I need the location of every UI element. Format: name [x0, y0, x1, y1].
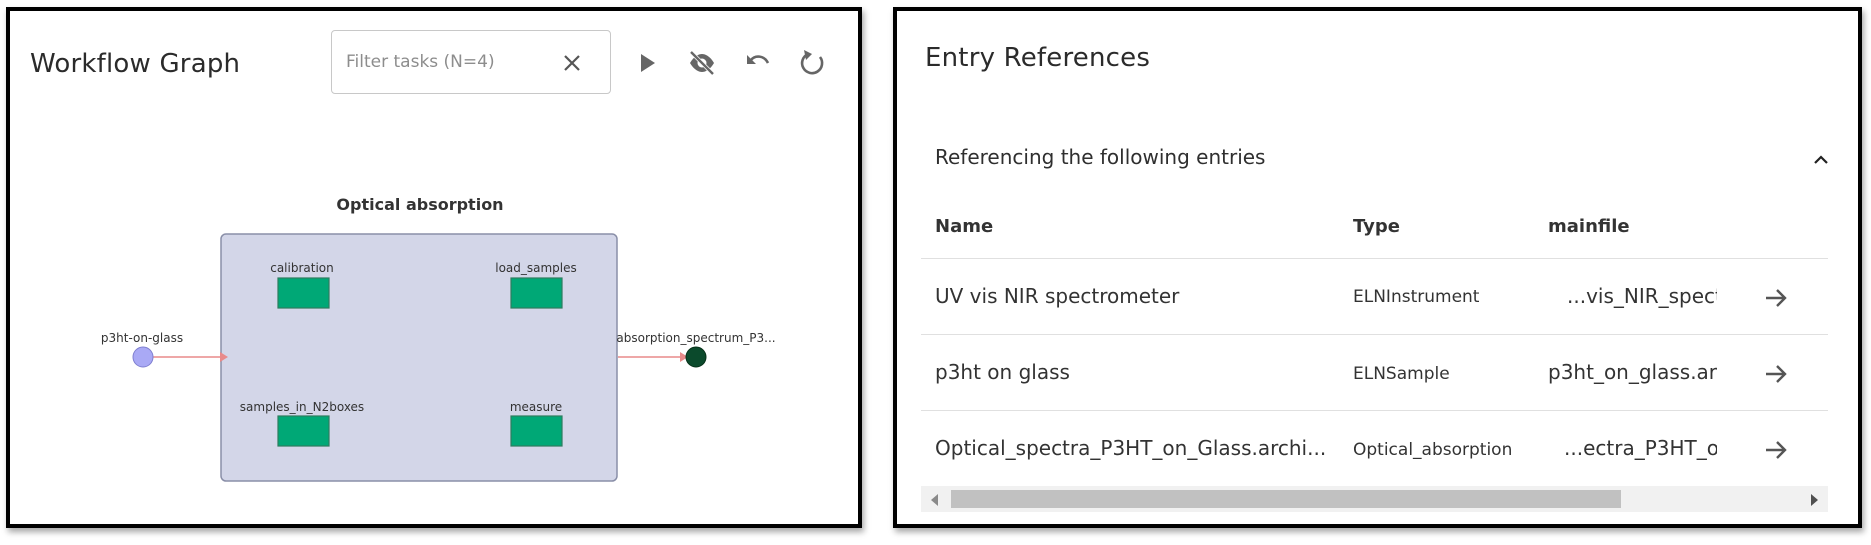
row-divider — [921, 334, 1828, 335]
row-type: ELNSample — [1353, 364, 1450, 384]
row-name: p3ht on glass — [935, 360, 1070, 384]
horizontal-scrollbar[interactable] — [921, 486, 1828, 512]
row-mainfile: ...vis_NIR_spectr — [1567, 284, 1717, 308]
task-calibration[interactable] — [277, 277, 330, 309]
row-name: Optical_spectra_P3HT_on_Glass.archi... — [935, 436, 1327, 460]
referencing-section-header[interactable]: Referencing the following entries — [921, 118, 1832, 178]
input-node-label: p3ht-on-glass — [101, 331, 183, 345]
task-label-samples-in-n2boxes: samples_in_N2boxes — [240, 400, 364, 414]
referencing-section-label: Referencing the following entries — [935, 145, 1266, 169]
column-header-mainfile[interactable]: mainfile — [1548, 216, 1630, 237]
input-node-p3ht-on-glass[interactable] — [132, 346, 154, 368]
row-type: ELNInstrument — [1353, 287, 1480, 307]
scrollbar-thumb[interactable] — [951, 490, 1621, 508]
arrow-right-icon[interactable] — [1762, 436, 1790, 464]
header-divider — [921, 258, 1828, 259]
entry-references-title: Entry References — [925, 43, 1151, 73]
row-mainfile: p3ht_on_glass.arc — [1548, 360, 1717, 384]
row-mainfile: ...ectra_P3HT_or — [1564, 436, 1717, 460]
scroll-right-icon[interactable] — [1811, 494, 1818, 506]
column-header-type[interactable]: Type — [1353, 216, 1400, 237]
task-label-load-samples: load_samples — [495, 261, 577, 275]
task-load-samples[interactable] — [510, 277, 563, 309]
workflow-graph-canvas[interactable]: Optical absorption p3ht-on-glass absorpt… — [10, 11, 858, 524]
entry-references-panel: Entry References Referencing the followi… — [893, 7, 1862, 528]
task-label-measure: measure — [510, 400, 562, 414]
task-label-calibration: calibration — [270, 261, 334, 275]
row-divider — [921, 410, 1828, 411]
workflow-graph-panel: Workflow Graph Optical absorption — [6, 7, 862, 528]
row-name: UV vis NIR spectrometer — [935, 284, 1180, 308]
output-node-absorption-spectrum[interactable] — [685, 346, 707, 368]
column-header-name[interactable]: Name — [935, 216, 993, 237]
task-measure[interactable] — [510, 415, 563, 447]
output-node-label: absorption_spectrum_P3... — [616, 331, 775, 345]
group-label: Optical absorption — [336, 195, 503, 214]
arrow-right-icon[interactable] — [1762, 284, 1790, 312]
arrow-right-icon[interactable] — [1762, 360, 1790, 388]
task-samples-in-n2boxes[interactable] — [277, 415, 330, 447]
scroll-left-icon[interactable] — [931, 494, 938, 506]
chevron-up-icon[interactable] — [1812, 148, 1830, 172]
row-type: Optical_absorption — [1353, 440, 1513, 460]
